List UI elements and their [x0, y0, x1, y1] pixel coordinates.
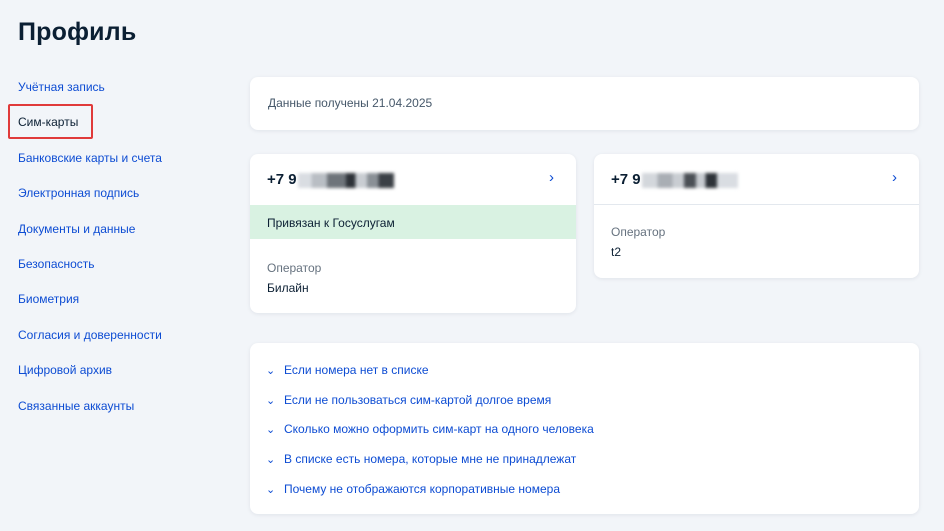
sim-2-phone-number: +7 9 — [611, 171, 641, 188]
chevron-down-icon: ⌄ — [266, 365, 276, 377]
sim-card-2: +7 9 › Оператор t2 — [594, 154, 919, 278]
sidebar-item-bank-cards[interactable]: Банковские карты и счета — [18, 151, 162, 165]
chevron-down-icon: ⌄ — [266, 395, 276, 407]
page-title: Профиль — [18, 18, 137, 46]
faq-item-corporate-numbers[interactable]: ⌄ Почему не отображаются корпоративные но… — [266, 482, 560, 496]
sim-1-operator-value: Билайн — [267, 281, 309, 295]
gosuslugi-bound-banner: Привязан к Госуслугам — [250, 205, 576, 239]
sidebar-item-documents[interactable]: Документы и данные — [18, 222, 135, 236]
sidebar-item-e-signature[interactable]: Электронная подпись — [18, 186, 139, 200]
bound-status-text: Привязан к Госуслугам — [267, 216, 395, 230]
sim-2-operator-label: Оператор — [611, 225, 666, 239]
sim-card-1: +7 9 › Привязан к Госуслугам Оператор Би… — [250, 154, 576, 313]
sidebar-item-account[interactable]: Учётная запись — [18, 80, 105, 94]
chevron-down-icon: ⌄ — [266, 424, 276, 436]
chevron-right-icon: › — [549, 169, 554, 186]
chevron-down-icon: ⌄ — [266, 484, 276, 496]
sim-1-phone-row[interactable]: +7 9 › — [250, 154, 576, 204]
chevron-down-icon: ⌄ — [266, 454, 276, 466]
faq-item-label: В списке есть номера, которые мне не при… — [284, 452, 577, 466]
faq-item-label: Если не пользоваться сим-картой долгое в… — [284, 393, 552, 407]
sim-2-masked-digits — [642, 173, 738, 188]
sidebar-item-linked-accounts[interactable]: Связанные аккаунты — [18, 399, 134, 413]
sidebar-item-digital-archive[interactable]: Цифровой архив — [18, 363, 112, 377]
faq-item-sim-limit[interactable]: ⌄ Сколько можно оформить сим-карт на одно… — [266, 422, 594, 436]
sidebar-item-biometrics[interactable]: Биометрия — [18, 292, 79, 306]
faq-item-unused-sim[interactable]: ⌄ Если не пользоваться сим-картой долгое … — [266, 393, 551, 407]
sim-1-masked-digits — [298, 173, 394, 188]
faq-item-label: Если номера нет в списке — [284, 363, 429, 377]
sim-1-phone-number: +7 9 — [267, 171, 297, 188]
sidebar-item-consents[interactable]: Согласия и доверенности — [18, 328, 162, 342]
sim-2-phone-row[interactable]: +7 9 › — [594, 154, 919, 204]
faq-item-number-missing[interactable]: ⌄ Если номера нет в списке — [266, 363, 429, 377]
faq-item-label: Сколько можно оформить сим-карт на одног… — [284, 422, 594, 436]
sim-2-divider — [594, 204, 919, 205]
sim-2-operator-value: t2 — [611, 245, 622, 259]
chevron-right-icon: › — [892, 169, 897, 186]
sim-1-operator-label: Оператор — [267, 261, 322, 275]
faq-item-label: Почему не отображаются корпоративные ном… — [284, 482, 561, 496]
sidebar-item-security[interactable]: Безопасность — [18, 257, 95, 271]
data-received-text: Данные получены 21.04.2025 — [268, 96, 433, 110]
faq-card: ⌄ Если номера нет в списке ⌄ Если не польз… — [250, 343, 919, 514]
faq-item-foreign-numbers[interactable]: ⌄ В списке есть номера, которые мне не пр… — [266, 452, 576, 466]
sidebar-item-sim-cards[interactable]: Сим-карты — [18, 115, 78, 129]
data-received-card: Данные получены 21.04.2025 — [250, 77, 919, 130]
